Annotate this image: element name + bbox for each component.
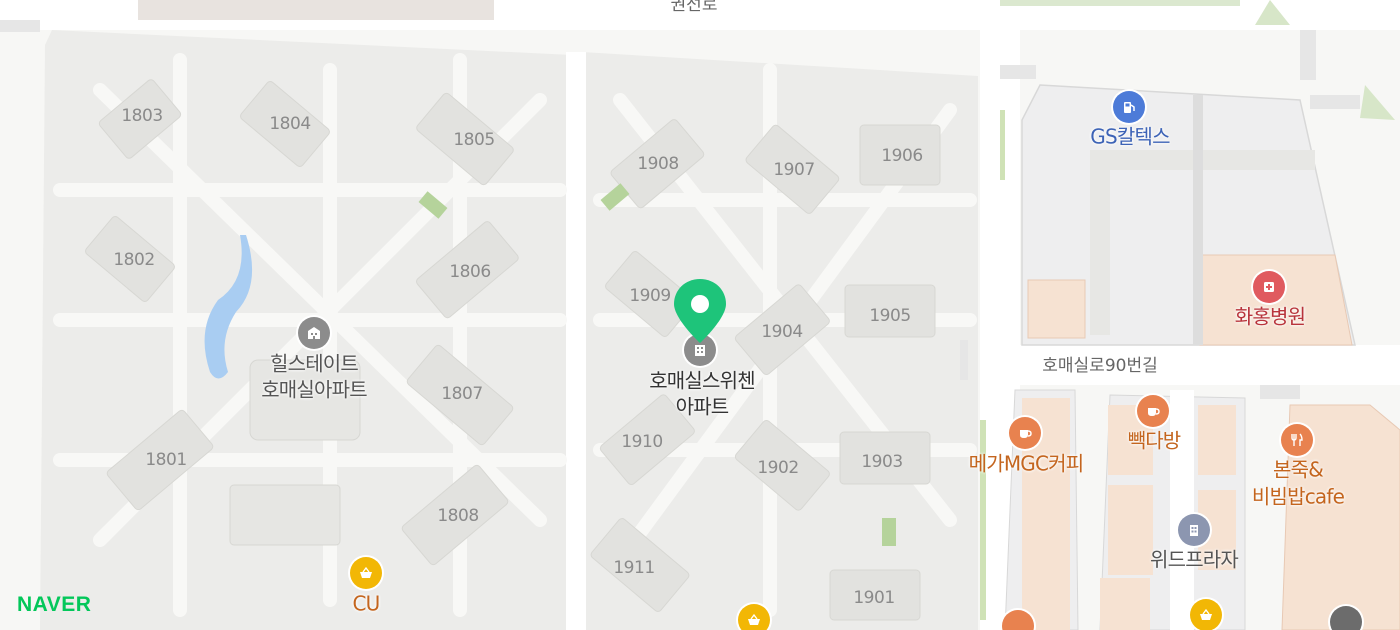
- office-building-icon[interactable]: [1178, 514, 1210, 546]
- building-number[interactable]: 1911: [613, 559, 655, 579]
- building-number[interactable]: 1905: [869, 307, 911, 327]
- apartment-icon[interactable]: [298, 317, 330, 349]
- complex-label-hillstate-sub[interactable]: 호매실아파트: [261, 378, 367, 402]
- poi-label-paik-dabang[interactable]: 빽다방: [1128, 429, 1182, 453]
- poi-label-mega-coffee[interactable]: 메가MGC커피: [969, 452, 1085, 476]
- building-number[interactable]: 1806: [449, 263, 491, 283]
- complex-label-hillstate[interactable]: 힐스테이트: [270, 352, 359, 376]
- building-number[interactable]: 1903: [861, 453, 903, 473]
- poi-label-bonjuk[interactable]: 본죽&: [1273, 458, 1324, 482]
- building-number[interactable]: 1801: [145, 451, 187, 471]
- shopping-basket-icon[interactable]: [350, 557, 382, 589]
- building-number[interactable]: 1803: [121, 107, 163, 127]
- poi-label-bonjuk-sub[interactable]: 비빔밥cafe: [1252, 485, 1345, 509]
- coffee-cup-icon[interactable]: [1330, 606, 1362, 630]
- building-number[interactable]: 1910: [621, 433, 663, 453]
- building-number[interactable]: 1909: [629, 287, 671, 307]
- poi-label-cu[interactable]: CU: [352, 592, 380, 616]
- building-number[interactable]: 1805: [453, 131, 495, 151]
- building-number[interactable]: 1904: [761, 323, 803, 343]
- building-number[interactable]: 1807: [441, 385, 483, 405]
- building-number[interactable]: 1902: [757, 459, 799, 479]
- pin-marker-icon[interactable]: [672, 277, 728, 347]
- building-number[interactable]: 1901: [853, 589, 895, 609]
- gas-pump-icon[interactable]: [1113, 91, 1145, 123]
- road-label-top: 권선로: [670, 0, 718, 16]
- building-number[interactable]: 1808: [437, 507, 479, 527]
- complex-label-switchen[interactable]: 호매실스위첸: [649, 369, 755, 393]
- shopping-basket-icon[interactable]: [1190, 599, 1222, 630]
- poi-label-gs-caltex[interactable]: GS칼텍스: [1090, 125, 1170, 149]
- road-label-90beongil: 호매실로90번길: [1042, 356, 1158, 377]
- building-number[interactable]: 1907: [773, 161, 815, 181]
- complex-label-switchen-sub[interactable]: 아파트: [676, 395, 730, 419]
- coffee-cup-icon[interactable]: [1009, 417, 1041, 449]
- building-number[interactable]: 1802: [113, 251, 155, 271]
- restaurant-utensils-icon[interactable]: [1281, 424, 1313, 456]
- hospital-cross-icon[interactable]: [1253, 271, 1285, 303]
- building-number[interactable]: 1906: [881, 147, 923, 167]
- map-canvas[interactable]: 권선로 호매실로90번길 1803 1804 1805 1802 1806 18…: [0, 0, 1400, 630]
- coffee-cup-icon[interactable]: [1137, 395, 1169, 427]
- poi-label-with-plaza[interactable]: 위드프라자: [1150, 548, 1239, 572]
- poi-label-hwahong-hospital[interactable]: 화홍병원: [1235, 305, 1306, 329]
- building-number[interactable]: 1908: [637, 155, 679, 175]
- building-number[interactable]: 1804: [269, 115, 311, 135]
- shopping-basket-icon[interactable]: [738, 604, 770, 630]
- naver-logo[interactable]: NAVER: [17, 593, 91, 617]
